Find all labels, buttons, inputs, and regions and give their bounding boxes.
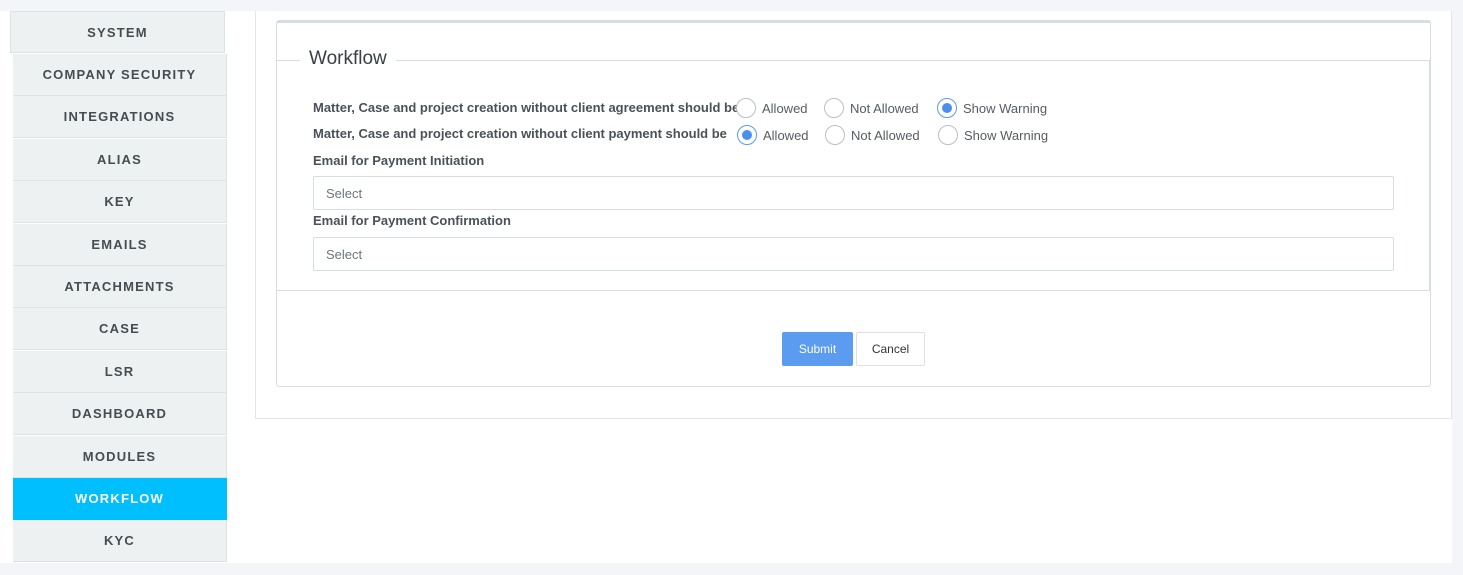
submit-button[interactable]: Submit xyxy=(782,332,853,366)
agreement-allowed-radio[interactable] xyxy=(736,98,756,118)
agreement-allowed-option[interactable]: Allowed xyxy=(736,98,808,118)
option-label: Show Warning xyxy=(963,100,1048,116)
sidebar-item-lsr[interactable]: LSR xyxy=(13,351,227,393)
payment-not-allowed-option[interactable]: Not Allowed xyxy=(825,125,920,145)
payment-initiation-select[interactable]: Select xyxy=(313,176,1394,210)
agreement-not-allowed-option[interactable]: Not Allowed xyxy=(824,98,919,118)
payment-question-label: Matter, Case and project creation withou… xyxy=(313,126,727,141)
sidebar-item-key[interactable]: KEY xyxy=(13,181,227,223)
payment-allowed-option[interactable]: Allowed xyxy=(737,125,809,145)
sidebar-item-system[interactable]: SYSTEM xyxy=(10,11,225,53)
sidebar-item-alias[interactable]: ALIAS xyxy=(13,139,227,181)
cancel-button[interactable]: Cancel xyxy=(856,332,925,366)
payment-confirmation-label: Email for Payment Confirmation xyxy=(313,213,511,228)
sidebar-item-company-security[interactable]: COMPANY SECURITY xyxy=(13,54,227,96)
sidebar-item-kyc[interactable]: KYC xyxy=(13,520,227,562)
option-label: Not Allowed xyxy=(851,127,920,143)
agreement-question-label: Matter, Case and project creation withou… xyxy=(313,100,740,115)
agreement-show-warning-option[interactable]: Show Warning xyxy=(937,98,1047,118)
option-label: Allowed xyxy=(762,100,808,116)
payment-show-warning-radio[interactable] xyxy=(938,125,958,145)
payment-allowed-radio[interactable] xyxy=(737,125,757,145)
sidebar-item-dashboard[interactable]: DASHBOARD xyxy=(13,393,227,435)
sidebar-item-attachments[interactable]: ATTACHMENTS xyxy=(13,266,227,308)
option-label: Allowed xyxy=(763,127,809,143)
sidebar-item-emails[interactable]: EMAILS xyxy=(13,224,227,266)
payment-show-warning-option[interactable]: Show Warning xyxy=(938,125,1048,145)
sidebar-item-integrations[interactable]: INTEGRATIONS xyxy=(13,96,227,138)
workflow-legend: Workflow xyxy=(300,48,396,70)
payment-not-allowed-radio[interactable] xyxy=(825,125,845,145)
agreement-show-warning-radio[interactable] xyxy=(937,98,957,118)
agreement-not-allowed-radio[interactable] xyxy=(824,98,844,118)
payment-initiation-label: Email for Payment Initiation xyxy=(313,153,485,168)
sidebar-item-workflow[interactable]: WORKFLOW xyxy=(13,478,227,520)
payment-confirmation-select[interactable]: Select xyxy=(313,237,1394,271)
option-label: Show Warning xyxy=(964,127,1049,143)
sidebar-item-case[interactable]: CASE xyxy=(13,308,227,350)
sidebar-item-modules[interactable]: MODULES xyxy=(13,436,227,478)
option-label: Not Allowed xyxy=(850,100,919,116)
